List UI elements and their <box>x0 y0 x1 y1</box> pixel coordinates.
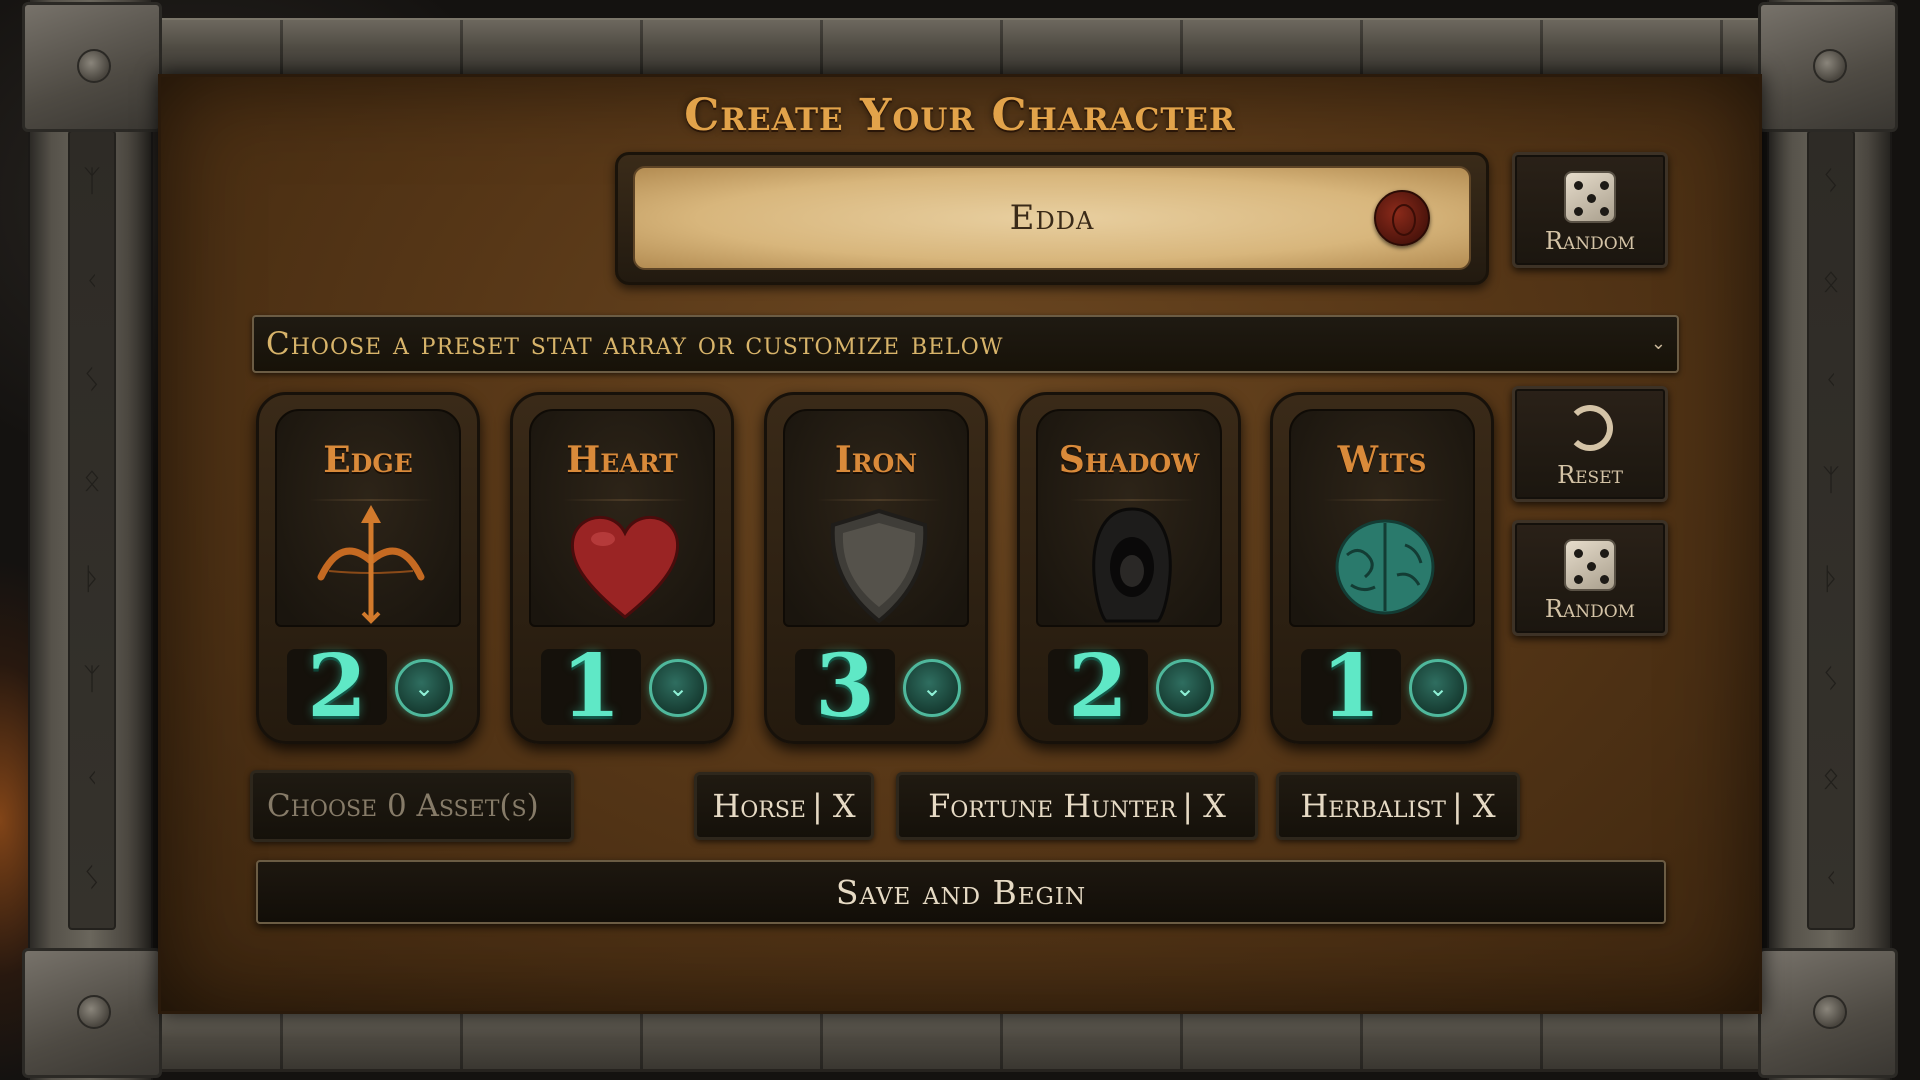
asset-tag-horse[interactable]: Horse | X <box>694 772 874 840</box>
frame-corner-bottom-right <box>1758 948 1898 1078</box>
stat-stepper-button[interactable]: ⌄ <box>903 659 961 717</box>
bolt-icon <box>1813 49 1847 83</box>
bolt-icon <box>77 995 111 1029</box>
stat-divider <box>563 499 687 501</box>
asset-tag-label: Horse <box>712 787 806 825</box>
stone-pillar-left: ᛉᚲᛊᛟᚦᛉᚲᛊ <box>28 0 153 1080</box>
stone-frame-bottom <box>100 1010 1820 1072</box>
reset-stats-button[interactable]: Reset <box>1512 386 1668 502</box>
stat-card-shadow: Shadow 2 ⌄ <box>1017 392 1241 744</box>
stat-stepper-button[interactable]: ⌄ <box>395 659 453 717</box>
rune-carving-right: ᛊᛟᚲᛉᚦᛊᛟᚲ <box>1807 130 1855 930</box>
asset-tag-label: Herbalist <box>1300 787 1446 825</box>
stat-card-heart: Heart 1 ⌄ <box>510 392 734 744</box>
hooded-figure-icon <box>1092 507 1172 623</box>
page-title: Create Your Character <box>684 90 1236 141</box>
shield-icon <box>830 508 928 624</box>
stat-card-edge: Edge 2 ⌄ <box>256 392 480 744</box>
stat-value: 1 <box>541 644 641 730</box>
stat-value: 3 <box>795 644 895 730</box>
stone-pillar-right: ᛊᛟᚲᛉᚦᛊᛟᚲ <box>1767 0 1892 1080</box>
stat-label: Edge <box>323 439 413 481</box>
choose-assets-input[interactable]: Choose 0 Asset(s) <box>250 770 574 842</box>
asset-tag-label: Fortune Hunter <box>928 787 1177 825</box>
stat-label: Iron <box>834 439 918 481</box>
stat-divider <box>1323 499 1447 501</box>
stat-stepper-button[interactable]: ⌄ <box>649 659 707 717</box>
chevron-down-icon: ⌄ <box>1650 333 1667 354</box>
reset-label: Reset <box>1557 461 1623 489</box>
preset-stat-select[interactable]: Choose a preset stat array or customize … <box>252 315 1679 373</box>
random-stats-button[interactable]: Random <box>1512 520 1668 636</box>
frame-corner-bottom-left <box>22 948 162 1078</box>
stat-stepper-button[interactable]: ⌄ <box>1409 659 1467 717</box>
heart-icon <box>570 515 680 619</box>
preset-select-value: Choose a preset stat array or customize … <box>266 326 1004 362</box>
character-name-input[interactable]: Edda <box>633 166 1471 270</box>
bow-arrow-icon <box>317 505 425 624</box>
random-name-label: Random <box>1544 227 1636 255</box>
stat-stepper-button[interactable]: ⌄ <box>1156 659 1214 717</box>
stat-label: Wits <box>1337 439 1427 481</box>
random-name-button[interactable]: Random <box>1512 152 1668 268</box>
asset-tag-fortune-hunter[interactable]: Fortune Hunter | X <box>896 772 1258 840</box>
dice-icon <box>1564 171 1616 223</box>
asset-tag-herbalist[interactable]: Herbalist | X <box>1276 772 1520 840</box>
remove-asset-button[interactable]: | X <box>1452 787 1496 825</box>
bolt-icon <box>1813 995 1847 1029</box>
stat-divider <box>1070 499 1194 501</box>
stat-card-wits: Wits 1 ⌄ <box>1270 392 1494 744</box>
random-stats-label: Random <box>1544 595 1636 623</box>
stat-card-iron: Iron 3 ⌄ <box>764 392 988 744</box>
bolt-icon <box>77 49 111 83</box>
stat-divider <box>309 499 433 501</box>
dice-icon <box>1564 539 1616 591</box>
remove-asset-button[interactable]: | X <box>1182 787 1226 825</box>
brain-icon <box>1335 519 1435 615</box>
rune-carving-left: ᛉᚲᛊᛟᚦᛉᚲᛊ <box>68 130 116 930</box>
remove-asset-button[interactable]: | X <box>812 787 856 825</box>
stat-divider <box>817 499 941 501</box>
stat-value: 2 <box>1048 644 1148 730</box>
wax-seal-icon[interactable] <box>1374 190 1430 246</box>
stat-value: 2 <box>287 644 387 730</box>
save-and-begin-button[interactable]: Save and Begin <box>256 860 1666 924</box>
stat-value: 1 <box>1301 644 1401 730</box>
stat-label: Heart <box>566 439 678 481</box>
stat-label: Shadow <box>1058 439 1200 481</box>
reset-icon <box>1567 405 1613 451</box>
